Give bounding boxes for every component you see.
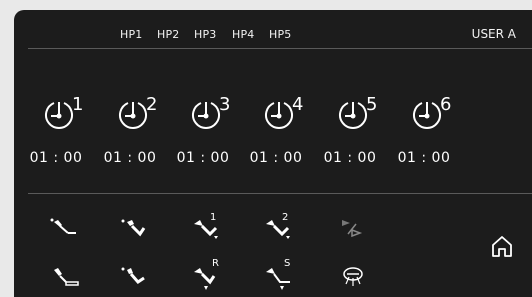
handpiece-angle-icon [121,219,146,237]
timer-1-time: 01 : 00 [29,150,83,166]
timer-number: 4 [292,94,304,115]
tab-hp5[interactable]: HP5 [269,28,292,41]
timer-number: 6 [440,94,452,115]
handpiece-contra-icon [121,267,145,284]
timer-1[interactable]: 1 [42,94,96,142]
tab-hp2[interactable]: HP2 [157,28,180,41]
handpiece-straight-button[interactable] [48,214,82,242]
home-icon [492,236,512,257]
light-icon [343,267,363,286]
timer-icon [265,102,293,129]
timer-number: 2 [146,94,158,115]
handpiece-1-button[interactable]: 1 [190,212,224,242]
handpiece-reverse-button[interactable]: R [190,258,224,292]
timer-2-time: 01 : 00 [103,150,157,166]
forward-reverse-icon [342,220,363,238]
timer-icon [339,102,367,129]
timer-number: 5 [366,94,378,115]
tab-hp3[interactable]: HP3 [194,28,217,41]
handpiece-straight-alt-icon [54,268,79,286]
timer-6[interactable]: 6 [410,94,464,142]
handpiece-angle-button[interactable] [118,214,152,242]
handpiece-s-button[interactable]: S [262,258,296,292]
forward-reverse-button[interactable] [336,214,370,242]
timer-icon [119,102,147,129]
handpiece-straight-icon [50,218,76,234]
handpiece-2-button[interactable]: 2 [262,212,296,242]
timer-2[interactable]: 2 [116,94,170,142]
timer-3[interactable]: 3 [189,94,243,142]
timer-number: 3 [219,94,231,115]
timer-icon [45,102,73,129]
control-panel: HP1 HP2 HP3 HP4 HP5 USER A 1 2 3 4 5 6 0… [14,10,532,297]
handpiece-angle-1-icon [194,220,218,239]
timer-4-time: 01 : 00 [249,150,303,166]
timer-3-time: 01 : 00 [176,150,230,166]
handpiece-angle-2-icon [266,220,290,239]
home-button[interactable] [490,234,514,258]
tab-hp4[interactable]: HP4 [232,28,255,41]
section-divider [28,193,532,194]
handpiece-contra-button[interactable] [118,264,152,292]
handpiece-reverse-label: R [212,258,219,269]
timer-icon [192,102,220,129]
timer-number: 1 [72,94,84,115]
timer-4[interactable]: 4 [262,94,316,142]
handpiece-tabs: HP1 HP2 HP3 HP4 HP5 [14,28,532,48]
timer-5[interactable]: 5 [336,94,390,142]
handpiece-s-label: S [284,258,291,269]
timer-6-time: 01 : 00 [397,150,451,166]
handpiece-straight-alt-button[interactable] [48,264,82,292]
timer-icon [413,102,441,129]
timer-5-time: 01 : 00 [323,150,377,166]
header-divider [28,48,532,49]
handpiece-s-icon [266,268,290,290]
tab-hp1[interactable]: HP1 [120,28,143,41]
light-button[interactable] [336,264,370,292]
user-label[interactable]: USER A [472,27,516,41]
handpiece-2-label: 2 [282,212,289,223]
handpiece-1-label: 1 [210,212,217,223]
